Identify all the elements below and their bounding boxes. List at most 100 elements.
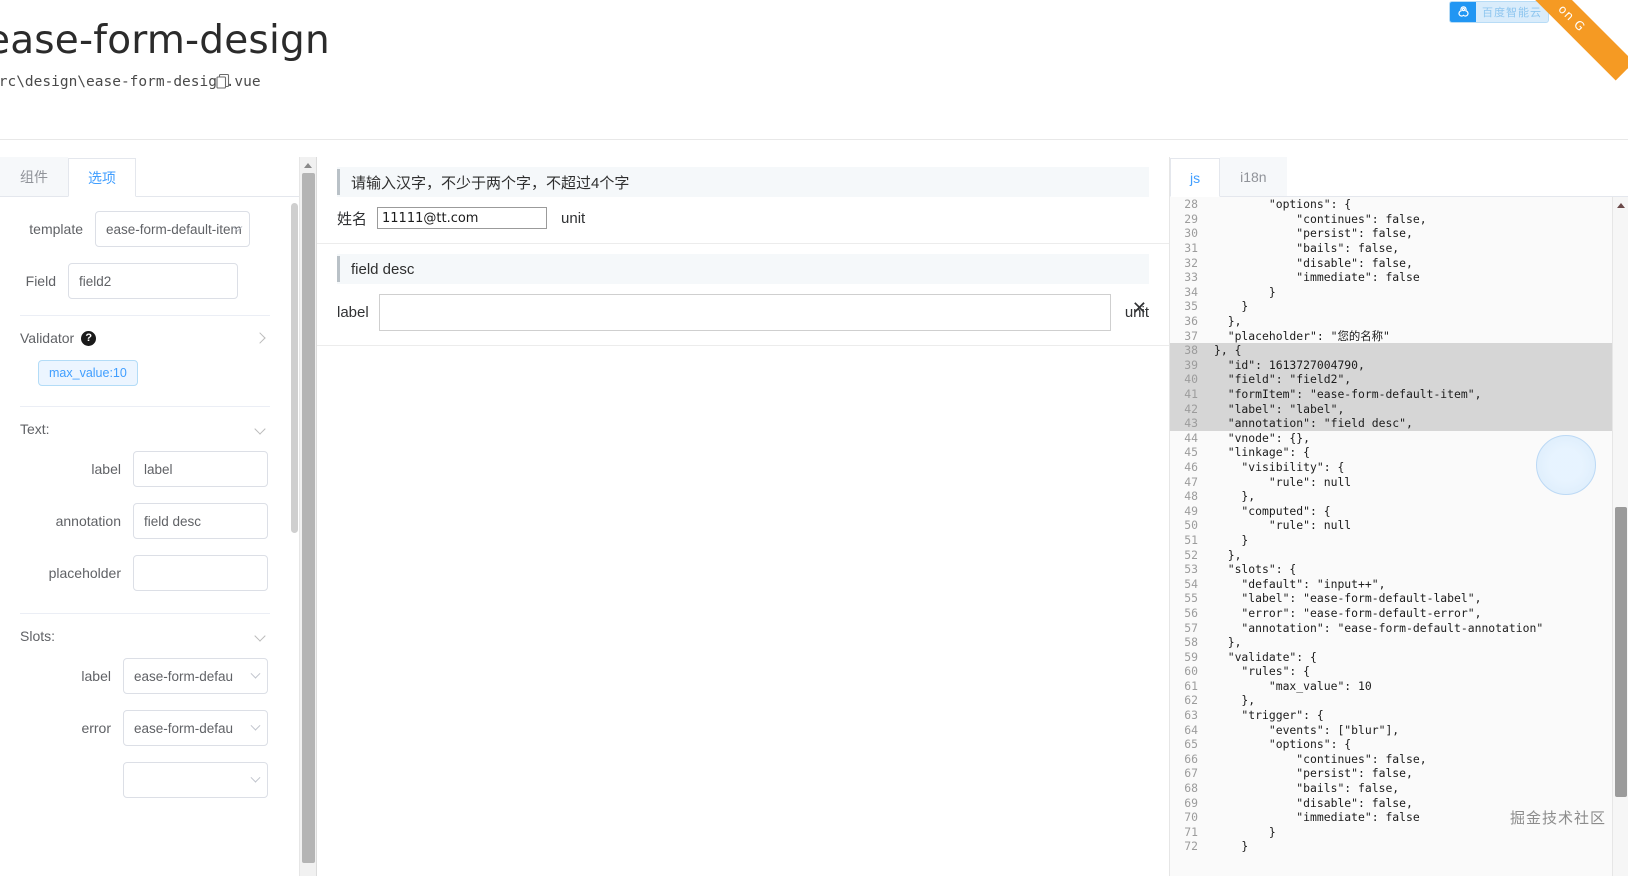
code-line-number: 68	[1184, 781, 1198, 796]
code-line[interactable]: 35 }	[1170, 299, 1612, 314]
code-line[interactable]: 62 },	[1170, 693, 1612, 708]
code-line-source: "annotation": "field desc",	[1214, 416, 1413, 431]
code-line[interactable]: 57 "annotation": "ease-form-default-anno…	[1170, 620, 1612, 635]
code-line[interactable]: 41 "formItem": "ease-form-default-item",	[1170, 386, 1612, 402]
code-line[interactable]: 55 "label": "ease-form-default-label",	[1170, 591, 1612, 606]
code-line[interactable]: 42 "label": "label",	[1170, 401, 1612, 416]
code-line[interactable]: 64 "events": ["blur"],	[1170, 722, 1612, 737]
close-icon[interactable]: ✕	[1132, 299, 1147, 317]
slot-extra-select[interactable]	[123, 762, 268, 798]
code-line[interactable]: 37 "placeholder": "您的名称"	[1170, 328, 1612, 343]
scrollbar-thumb[interactable]	[302, 173, 315, 863]
text-annotation-input[interactable]: field desc	[133, 503, 268, 539]
code-line-number: 56	[1184, 605, 1198, 620]
code-line[interactable]: 60 "rules": {	[1170, 664, 1612, 679]
code-line[interactable]: 48 },	[1170, 489, 1612, 504]
code-line-number: 64	[1184, 722, 1198, 737]
field-input[interactable]: field2	[68, 263, 238, 299]
validator-tag[interactable]: max_value:10	[38, 360, 138, 386]
code-line-number: 48	[1184, 489, 1198, 504]
text-placeholder-row: placeholder	[20, 555, 270, 591]
template-select[interactable]: ease-form-default-item	[95, 211, 250, 247]
code-line[interactable]: 52 },	[1170, 547, 1612, 562]
code-line[interactable]: 40 "field": "field2",	[1170, 372, 1612, 387]
code-line[interactable]: 38}, {	[1170, 342, 1612, 358]
code-line[interactable]: 33 "immediate": false	[1170, 270, 1612, 285]
scroll-up-arrow-icon[interactable]	[304, 163, 312, 168]
code-line[interactable]: 36 },	[1170, 314, 1612, 329]
cloud-badge[interactable]: 百度智能云	[1449, 1, 1549, 23]
code-line[interactable]: 65 "options": {	[1170, 737, 1612, 752]
code-line[interactable]: 58 },	[1170, 635, 1612, 650]
code-line[interactable]: 56 "error": "ease-form-default-error",	[1170, 606, 1612, 621]
code-line-number: 60	[1184, 664, 1198, 679]
slot-error-select[interactable]: ease-form-defau	[123, 710, 268, 746]
code-line[interactable]: 51 }	[1170, 533, 1612, 548]
chevron-down-icon[interactable]	[254, 630, 266, 642]
divider	[20, 613, 270, 614]
code-line[interactable]: 63 "trigger": {	[1170, 708, 1612, 723]
properties-panel: 组件 选项 template ease-form-default-item Fi…	[0, 157, 300, 876]
text-section-header[interactable]: Text:	[20, 421, 270, 437]
code-tabbar: js i18n	[1170, 157, 1628, 197]
code-line[interactable]: 66 "continues": false,	[1170, 752, 1612, 767]
form-item-block[interactable]: field desc label unit ✕	[317, 244, 1169, 346]
field-input[interactable]	[378, 294, 1111, 331]
code-line[interactable]: 34 }	[1170, 285, 1612, 300]
code-line[interactable]: 39 "id": 1613727004790,	[1170, 357, 1612, 373]
code-line[interactable]: 59 "validate": {	[1170, 649, 1612, 664]
code-line-number: 53	[1184, 562, 1198, 577]
tab-js[interactable]: js	[1170, 158, 1221, 197]
code-line-source: "linkage": {	[1214, 445, 1311, 460]
code-line[interactable]: 29 "continues": false,	[1170, 212, 1612, 227]
code-line-number: 45	[1184, 445, 1198, 460]
code-editor[interactable]: 28 "options": {29 "continues": false, 30 …	[1170, 197, 1612, 876]
tab-i18n[interactable]: i18n	[1220, 157, 1287, 196]
code-line-source: }, {	[1214, 343, 1242, 358]
question-mark-icon[interactable]: ?	[81, 330, 97, 346]
scrollbar-thumb[interactable]	[291, 203, 298, 533]
code-line[interactable]: 72 }	[1170, 839, 1612, 854]
code-line[interactable]: 61 "max_value": 10	[1170, 679, 1612, 694]
chevron-down-icon[interactable]	[254, 423, 266, 435]
code-line[interactable]: 54 "default": "input++",	[1170, 576, 1612, 591]
canvas-scrollbar[interactable]	[300, 157, 317, 876]
code-line-source: "persist": false,	[1214, 766, 1413, 781]
copy-icon[interactable]	[215, 72, 231, 90]
code-line-source: },	[1214, 489, 1256, 504]
code-line-source: "options": {	[1214, 197, 1352, 212]
code-line[interactable]: 31 "bails": false,	[1170, 241, 1612, 256]
slot-label-select[interactable]: ease-form-defau	[123, 658, 268, 694]
field-row: Field field2	[20, 263, 270, 299]
validator-section-header[interactable]: Validator ?	[20, 330, 270, 346]
field-input[interactable]: 11111@tt.com	[377, 207, 548, 229]
code-line-source: }	[1214, 299, 1249, 314]
form-item-block[interactable]: 请输入汉字，不少于两个字，不超过4个字 姓名 11111@tt.com unit	[317, 157, 1169, 244]
code-line[interactable]: 32 "disable": false,	[1170, 255, 1612, 270]
code-line[interactable]: 28 "options": {	[1170, 197, 1612, 212]
text-placeholder-input[interactable]	[133, 555, 268, 591]
code-line-number: 47	[1184, 474, 1198, 489]
code-line[interactable]: 68 "bails": false,	[1170, 781, 1612, 796]
code-line[interactable]: 30 "persist": false,	[1170, 226, 1612, 241]
chevron-right-icon[interactable]	[254, 332, 266, 344]
properties-scrollbar[interactable]	[291, 203, 298, 863]
tab-components[interactable]: 组件	[0, 157, 68, 196]
code-line[interactable]: 49 "computed": {	[1170, 503, 1612, 518]
code-scrollbar[interactable]	[1612, 197, 1628, 876]
template-row: template ease-form-default-item	[20, 211, 270, 247]
code-line[interactable]: 43 "annotation": "field desc",	[1170, 415, 1612, 431]
code-line[interactable]: 53 "slots": {	[1170, 562, 1612, 577]
code-line-source: "computed": {	[1214, 503, 1331, 518]
code-line-number: 72	[1184, 839, 1198, 854]
scroll-up-arrow-icon[interactable]	[1617, 203, 1625, 208]
code-line[interactable]: 67 "persist": false,	[1170, 766, 1612, 781]
properties-body: template ease-form-default-item Field fi…	[0, 197, 290, 876]
divider	[20, 315, 270, 316]
code-line-number: 32	[1184, 255, 1198, 270]
scrollbar-thumb[interactable]	[1615, 507, 1627, 797]
text-label-input[interactable]: label	[133, 451, 268, 487]
slots-section-header[interactable]: Slots:	[20, 628, 270, 644]
tab-options[interactable]: 选项	[68, 158, 136, 197]
code-line[interactable]: 50 "rule": null	[1170, 518, 1612, 533]
